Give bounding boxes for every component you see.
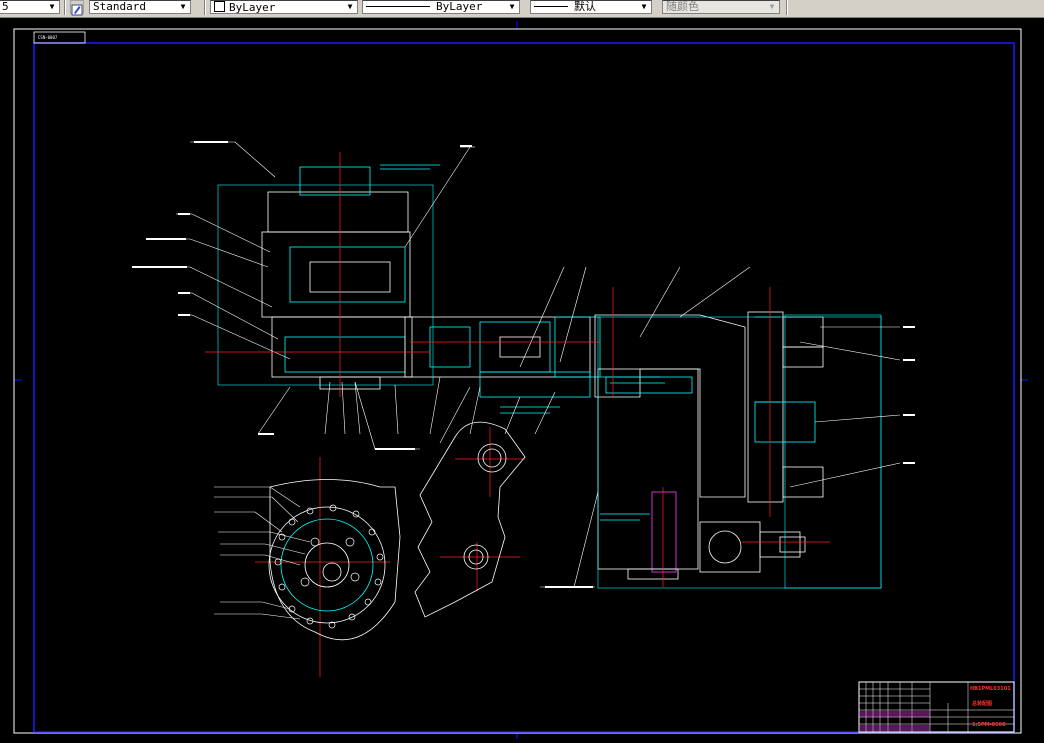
lineweight-dropdown[interactable]: 默认 ▼ (530, 0, 652, 14)
bolt-holes (274, 504, 384, 629)
chevron-down-icon: ▼ (509, 2, 515, 11)
drawing-tab-box: CSN-0007 (33, 31, 86, 44)
text-style-dropdown[interactable]: Standard ▼ (89, 0, 191, 14)
toolbar-separator (64, 0, 66, 15)
lineweight-value: 默认 (574, 0, 596, 13)
cad-drawing: CSN-0007 HB1PML03101 总装配图 1:5PM-0500 (13, 21, 1028, 739)
linetype-sample-icon (366, 6, 430, 7)
chevron-down-icon: ▼ (641, 2, 647, 11)
text-style-value: Standard (93, 0, 146, 13)
toolbar-separator (204, 0, 206, 15)
drawing-number: HB1PML03101 (970, 686, 1011, 692)
left-dropdown[interactable]: 5 ▼ (0, 0, 60, 14)
left-dropdown-value: 5 (2, 0, 9, 13)
text-style-icon[interactable] (70, 0, 84, 16)
plot-style-value: 随颜色 (666, 0, 699, 13)
title-block: HB1PML03101 总装配图 1:5PM-0500 (858, 681, 1015, 733)
leader-label-marks (132, 141, 915, 588)
section-view-assembly (217, 166, 882, 589)
link-plate-view (414, 421, 526, 618)
chevron-down-icon: ▼ (49, 2, 55, 11)
toolbar-separator (786, 0, 788, 15)
lineweight-sample-icon (534, 6, 568, 7)
centerlines (205, 152, 830, 677)
plot-style-dropdown[interactable]: 随颜色 ▼ (662, 0, 780, 14)
linetype-dropdown[interactable]: ByLayer ▼ (362, 0, 520, 14)
chevron-down-icon: ▼ (769, 2, 775, 11)
linetype-value: ByLayer (436, 0, 483, 13)
dimension-annotations (380, 164, 780, 521)
sheet-inner-frame (33, 42, 1015, 733)
plan-view-leaders (214, 486, 311, 620)
color-dropdown[interactable]: ByLayer ▼ (210, 0, 358, 14)
drawing-scale-code: 1:5PM-0500 (972, 722, 1006, 728)
chevron-down-icon: ▼ (180, 2, 186, 11)
color-value: ByLayer (229, 1, 276, 14)
chevron-down-icon: ▼ (347, 2, 353, 11)
drawing-name: 总装配图 (972, 700, 992, 707)
crosshair-marks (14, 21, 1028, 739)
sheet-outer-frame (13, 28, 1022, 734)
color-swatch-icon (214, 1, 225, 12)
properties-toolbar: 5 ▼ Standard ▼ ByLayer ▼ ByLayer ▼ 默认 ▼ … (0, 0, 1044, 18)
drawing-canvas[interactable]: CSN-0007 HB1PML03101 总装配图 1:5PM-0500 (0, 17, 1044, 743)
drawing-tab-label: CSN-0007 (38, 35, 58, 40)
